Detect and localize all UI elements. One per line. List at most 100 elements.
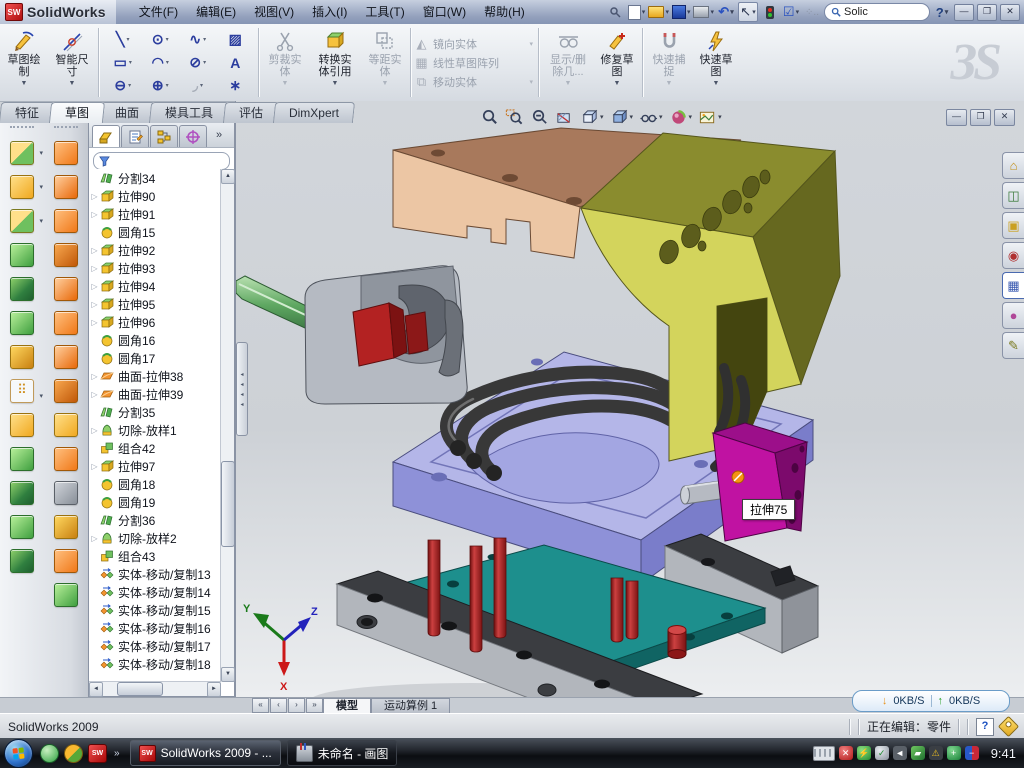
tree-item[interactable]: 实体-移动/复制14 bbox=[89, 583, 221, 601]
next-tab-button[interactable]: › bbox=[288, 698, 305, 713]
app-restore-button[interactable]: ❐ bbox=[977, 4, 997, 21]
tree-item[interactable]: ▷拉伸91 bbox=[89, 205, 221, 223]
section-view-button[interactable] bbox=[553, 107, 576, 128]
mold-tool-icon[interactable] bbox=[54, 583, 78, 607]
quicklaunch-solidworks-icon[interactable]: SW bbox=[88, 744, 107, 763]
menu-item[interactable]: 插入(I) bbox=[303, 0, 356, 24]
mold-tool-icon[interactable] bbox=[54, 447, 78, 471]
tree-item[interactable]: 圆角19 bbox=[89, 493, 221, 511]
mold-tool-icon[interactable]: ⠿▾ bbox=[10, 379, 34, 403]
expand-arrow-icon[interactable]: ▷ bbox=[89, 426, 100, 435]
tree-item[interactable]: ▷拉伸96 bbox=[89, 313, 221, 331]
sketch-entity-button[interactable]: ⊕▾ bbox=[142, 74, 180, 97]
tree-item[interactable]: 实体-移动/复制15 bbox=[89, 601, 221, 619]
tree-item[interactable]: 实体-移动/复制18 bbox=[89, 655, 221, 673]
expand-arrow-icon[interactable]: ▷ bbox=[89, 210, 100, 219]
tree-item[interactable]: 组合43 bbox=[89, 547, 221, 565]
tree-item[interactable]: ▷曲面-拉伸38 bbox=[89, 367, 221, 385]
tray-sync-icon[interactable]: − bbox=[965, 746, 979, 760]
menu-item[interactable]: 编辑(E) bbox=[187, 0, 245, 24]
tray-antivirus-icon[interactable]: ⚡ bbox=[857, 746, 871, 760]
tree-item[interactable]: ▷拉伸92 bbox=[89, 241, 221, 259]
snap-button[interactable]: 快速捕 捉▼ bbox=[646, 24, 692, 101]
last-tab-button[interactable]: » bbox=[306, 698, 323, 713]
tree-item[interactable]: 圆角18 bbox=[89, 475, 221, 493]
task-pane-view-palette-tab[interactable]: ▦ bbox=[1002, 272, 1024, 299]
quicklaunch-app-icon[interactable] bbox=[64, 744, 83, 763]
dimension-button[interactable]: 智能尺 寸▼ bbox=[48, 24, 96, 101]
mold-tool-icon[interactable]: ▾ bbox=[10, 209, 34, 233]
sketch-entity-button[interactable]: ⊖▾ bbox=[104, 74, 142, 97]
expand-arrow-icon[interactable]: ▷ bbox=[89, 372, 100, 381]
mold-tool-icon[interactable] bbox=[54, 175, 78, 199]
quicklaunch-chevron-icon[interactable]: » bbox=[114, 748, 120, 759]
tree-item[interactable]: 分割35 bbox=[89, 403, 221, 421]
task-pane-file-explorer-tab[interactable]: ▣ bbox=[1002, 212, 1024, 239]
mold-tool-icon[interactable] bbox=[54, 481, 78, 505]
save-button[interactable]: ▾ bbox=[672, 3, 691, 21]
toolbar-grip[interactable] bbox=[54, 126, 78, 132]
overflow-button[interactable]: ⁘.. bbox=[803, 3, 821, 21]
tree-filter-input[interactable] bbox=[93, 152, 230, 170]
expand-arrow-icon[interactable]: ▷ bbox=[89, 462, 100, 471]
scroll-left-button[interactable]: ◄ bbox=[89, 682, 103, 697]
tree-item[interactable]: ▷切除-放样2 bbox=[89, 529, 221, 547]
mold-tool-icon[interactable] bbox=[10, 243, 34, 267]
rebuild-button[interactable] bbox=[761, 3, 779, 21]
tree-item[interactable]: 分割36 bbox=[89, 511, 221, 529]
doc-tab-motion-study[interactable]: 运动算例 1 bbox=[371, 698, 450, 714]
tray-graphics-icon[interactable]: ▰ bbox=[911, 746, 925, 760]
menu-item[interactable]: 工具(T) bbox=[356, 0, 413, 24]
sketch-entity-button[interactable]: ⊘▾ bbox=[179, 51, 217, 74]
taskbar-task-solidworks[interactable]: SWSolidWorks 2009 - ... bbox=[130, 740, 281, 766]
mold-tool-icon[interactable] bbox=[54, 413, 78, 437]
tree-item[interactable]: ▷拉伸97 bbox=[89, 457, 221, 475]
sketch-entity-button[interactable]: ∗ bbox=[217, 74, 255, 97]
toolbar-grip[interactable] bbox=[10, 126, 34, 132]
task-pane-appearances-tab[interactable]: ● bbox=[1002, 302, 1024, 329]
part-clamp-slide[interactable] bbox=[305, 266, 467, 404]
tray-health-icon[interactable]: + bbox=[947, 746, 961, 760]
mold-tool-icon[interactable] bbox=[54, 345, 78, 369]
menu-item[interactable]: 窗口(W) bbox=[414, 0, 475, 24]
mold-tool-icon[interactable] bbox=[54, 379, 78, 403]
expand-arrow-icon[interactable]: ▷ bbox=[89, 264, 100, 273]
mold-tool-icon[interactable]: ▾ bbox=[10, 141, 34, 165]
stack-button[interactable]: ◭镜向实体▾ bbox=[414, 36, 536, 52]
sketch-entity-button[interactable]: ∿▾ bbox=[179, 28, 217, 51]
mold-tool-icon[interactable] bbox=[10, 481, 34, 505]
sketch-entity-button[interactable]: ▨ bbox=[217, 28, 255, 51]
scene-button[interactable]: ▾ bbox=[696, 107, 724, 128]
panel-splitter[interactable]: ◂◂◂◂ bbox=[236, 342, 248, 436]
command-tab-DimXpert[interactable]: DimXpert bbox=[273, 102, 355, 123]
sketch-entity-button[interactable]: ◞▾ bbox=[179, 74, 217, 97]
search-input[interactable]: Solic bbox=[824, 3, 930, 21]
expand-arrow-icon[interactable]: ▷ bbox=[89, 282, 100, 291]
doc-minimize-button[interactable]: — bbox=[946, 109, 967, 126]
tray-warning-icon[interactable]: ⚠ bbox=[929, 746, 943, 760]
expand-arrow-icon[interactable]: ▷ bbox=[89, 300, 100, 309]
input-method-icon[interactable] bbox=[813, 746, 835, 761]
tab-dimxpert-manager[interactable] bbox=[179, 125, 207, 147]
tree-horizontal-scrollbar[interactable]: ◄ ► bbox=[89, 681, 221, 696]
start-button[interactable] bbox=[4, 739, 33, 768]
expand-arrow-icon[interactable]: ▷ bbox=[89, 246, 100, 255]
repair-button[interactable]: 修复草 图▼ bbox=[594, 24, 640, 101]
part-stop-pin[interactable] bbox=[668, 626, 686, 659]
offset-button[interactable]: 等距实 体▼ bbox=[362, 24, 408, 101]
tree-item[interactable]: ▷拉伸93 bbox=[89, 259, 221, 277]
tree-item[interactable]: ▷切除-放样1 bbox=[89, 421, 221, 439]
task-pane-custom-properties-tab[interactable]: ✎ bbox=[1002, 332, 1024, 359]
relations-button[interactable]: 显示/删 除几...▼ bbox=[542, 24, 594, 101]
expand-arrow-icon[interactable]: ▷ bbox=[89, 390, 100, 399]
more-tabs-button[interactable]: » bbox=[216, 129, 222, 141]
expand-arrow-icon[interactable]: ▷ bbox=[89, 318, 100, 327]
options-button[interactable]: ☑▾ bbox=[782, 3, 800, 21]
tree-item[interactable]: 圆角16 bbox=[89, 331, 221, 349]
print-button[interactable]: ▾ bbox=[693, 3, 714, 21]
zoom-area-button[interactable] bbox=[503, 107, 526, 128]
doc-tab-model[interactable]: 模型 bbox=[323, 698, 371, 714]
task-pane-design-library-tab[interactable]: ◫ bbox=[1002, 182, 1024, 209]
stack-button[interactable]: ⧉移动实体▾ bbox=[414, 74, 536, 90]
scroll-right-button[interactable]: ► bbox=[207, 682, 221, 697]
